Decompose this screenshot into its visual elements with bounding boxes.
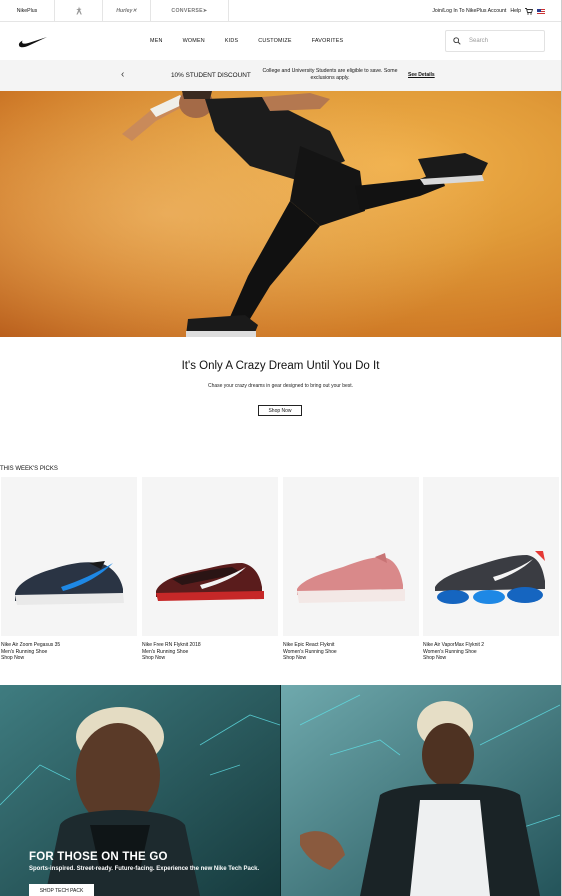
brand-tab-label: Hurley (116, 7, 133, 14)
shop-now-button[interactable]: Shop Now (258, 405, 302, 416)
nike-home-page: NikePlus Hurley ✕ CONVERSE ➤ Join/Log In… (0, 0, 562, 896)
search-icon (453, 37, 461, 45)
shop-now-link[interactable]: Shop Now (142, 655, 278, 662)
converse-chevron-icon: ➤ (202, 7, 208, 14)
nike-swoosh-logo-icon[interactable] (18, 34, 48, 48)
nav-item-favorites[interactable]: FAVORITES (312, 38, 344, 44)
utility-bar: NikePlus Hurley ✕ CONVERSE ➤ Join/Log In… (0, 0, 561, 22)
nav-item-men[interactable]: MEN (150, 38, 163, 44)
shop-tech-pack-button[interactable]: SHOP TECH PACK (29, 884, 94, 896)
brand-tab-jordan[interactable] (55, 0, 103, 22)
jordan-jumpman-icon (75, 6, 82, 15)
product-card[interactable]: Nike Free RN Flyknit 2018 Men's Running … (142, 477, 278, 662)
main-navigation: MEN WOMEN KIDS CUSTOMIZE FAVORITES Searc… (0, 22, 561, 60)
shoe-image-epic-react (297, 553, 405, 603)
search-placeholder: Search (469, 38, 489, 44)
hero-title: It's Only A Crazy Dream Until You Do It (181, 360, 380, 372)
hurley-logo-icon: ✕ (132, 7, 137, 14)
join-login-link[interactable]: Join/Log In To NikePlus Account (432, 8, 506, 14)
search-input[interactable]: Search (445, 30, 545, 52)
chevron-left-icon[interactable]: ‹ (121, 69, 124, 80)
product-image[interactable] (142, 477, 278, 636)
picks-section-title: THIS WEEK'S PICKS (0, 466, 58, 472)
brand-tab-hurley[interactable]: Hurley ✕ (103, 0, 151, 22)
product-card[interactable]: Nike Epic React Flyknit Women's Running … (283, 477, 419, 662)
brand-tab-converse[interactable]: CONVERSE ➤ (151, 0, 229, 22)
tech-pack-banner[interactable] (0, 685, 561, 896)
brand-tab-label: NikePlus (16, 7, 38, 14)
primary-nav-links: MEN WOMEN KIDS CUSTOMIZE FAVORITES (150, 22, 363, 60)
promo-detail: College and University Students are elig… (262, 68, 398, 81)
hero-image[interactable] (0, 91, 561, 337)
shoe-image-free-rn (156, 563, 264, 601)
product-image[interactable] (1, 477, 137, 636)
shop-now-link[interactable]: Shop Now (283, 655, 419, 662)
tech-pack-title: FOR THOSE ON THE GO (29, 851, 168, 863)
promo-banner: ‹ 10% STUDENT DISCOUNT College and Unive… (0, 60, 561, 91)
product-card[interactable]: Nike Air Zoom Pegasus 35 Men's Running S… (1, 477, 137, 662)
shoe-image-vapormax (435, 551, 545, 604)
tech-pack-subtitle: Sports-inspired. Street-ready. Future-fa… (29, 866, 260, 872)
help-link[interactable]: Help (510, 8, 521, 14)
nav-item-kids[interactable]: KIDS (225, 38, 238, 44)
tech-pack-photo (0, 685, 561, 896)
product-image[interactable] (283, 477, 419, 636)
cart-icon[interactable] (525, 7, 533, 15)
shop-now-link[interactable]: Shop Now (1, 655, 137, 662)
hero-subtitle: Chase your crazy dreams in gear designed… (207, 383, 354, 389)
us-flag-icon[interactable] (537, 8, 545, 14)
runner-illustration (0, 91, 561, 337)
product-image[interactable] (423, 477, 559, 636)
brand-tab-nikeplus[interactable]: NikePlus (0, 0, 55, 22)
nav-item-women[interactable]: WOMEN (183, 38, 205, 44)
promo-headline: 10% STUDENT DISCOUNT (171, 72, 251, 79)
shoe-image-pegasus (15, 561, 124, 605)
brand-tab-label: CONVERSE (171, 7, 203, 14)
product-card[interactable]: Nike Air VaporMax Flyknit 2 Women's Runn… (423, 477, 559, 662)
nav-item-customize[interactable]: CUSTOMIZE (258, 38, 291, 44)
shop-now-link[interactable]: Shop Now (423, 655, 559, 662)
see-details-link[interactable]: See Details (408, 72, 435, 78)
account-links: Join/Log In To NikePlus Account Help (432, 0, 545, 22)
